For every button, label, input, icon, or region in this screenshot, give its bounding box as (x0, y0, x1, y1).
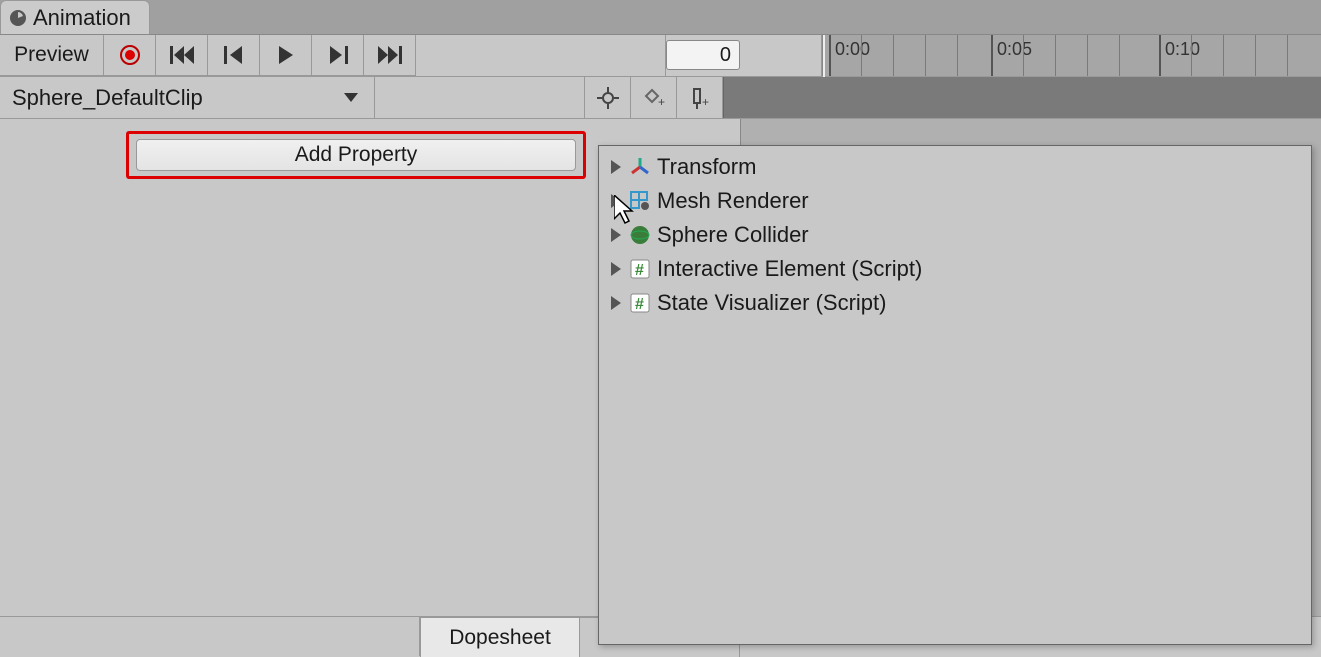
toolbar-spacer (416, 35, 666, 76)
clip-dropdown[interactable]: Sphere_DefaultClip (0, 77, 375, 118)
svg-text:#: # (635, 262, 644, 279)
ruler-minor-tick (1223, 35, 1224, 76)
record-button[interactable] (104, 35, 156, 76)
event-plus-icon: + (689, 87, 711, 109)
property-item-sphere-collider[interactable]: Sphere Collider (599, 218, 1311, 252)
expand-icon (611, 228, 621, 242)
ruler-label: 0:00 (835, 39, 870, 60)
add-event-button[interactable]: + (677, 77, 723, 118)
mesh-renderer-icon (629, 190, 651, 212)
add-property-popup: Transform Mesh Renderer Sphere Collider … (598, 145, 1312, 645)
ruler-tick: 0:10 (1159, 35, 1161, 76)
property-item-interactive-element[interactable]: # Interactive Element (Script) (599, 252, 1311, 286)
add-keyframe-button[interactable]: + (631, 77, 677, 118)
expand-icon (611, 160, 621, 174)
tab-title: Animation (33, 5, 131, 31)
tab-bar: Animation (0, 0, 1321, 35)
property-label: Interactive Element (Script) (657, 256, 922, 282)
expand-icon (611, 262, 621, 276)
ruler-tick: 0:05 (991, 35, 993, 76)
sphere-collider-icon (629, 224, 651, 246)
ruler-minor-tick (1055, 35, 1056, 76)
last-frame-button[interactable] (364, 35, 416, 76)
toolbar-spacer-2 (746, 35, 822, 76)
ruler-tick: 0:00 (829, 35, 831, 76)
ruler-minor-tick (1255, 35, 1256, 76)
play-button[interactable] (260, 35, 312, 76)
toolbar: Preview 0 0:00 0:05 0:10 (0, 35, 1321, 77)
crosshair-icon (597, 87, 619, 109)
property-item-mesh-renderer[interactable]: Mesh Renderer (599, 184, 1311, 218)
clip-row: Sphere_DefaultClip + + (0, 77, 1321, 119)
ruler-minor-tick (1023, 35, 1024, 76)
playhead[interactable] (823, 35, 825, 77)
last-frame-icon (378, 46, 402, 64)
script-icon: # (629, 258, 651, 280)
property-label: Sphere Collider (657, 222, 809, 248)
ruler-minor-tick (957, 35, 958, 76)
timeline-track-header (723, 77, 1321, 118)
play-icon (277, 46, 295, 64)
ruler-minor-tick (1087, 35, 1088, 76)
ruler-label: 0:10 (1165, 39, 1200, 60)
add-property-highlight: Add Property (126, 131, 586, 179)
property-item-state-visualizer[interactable]: # State Visualizer (Script) (599, 286, 1311, 320)
dropdown-caret-icon (344, 93, 358, 103)
property-item-transform[interactable]: Transform (599, 150, 1311, 184)
prev-key-icon (224, 46, 244, 64)
expand-icon (611, 296, 621, 310)
ruler-minor-tick (925, 35, 926, 76)
transform-icon (629, 156, 651, 178)
bottom-spacer (0, 617, 420, 656)
first-frame-icon (170, 46, 194, 64)
svg-text:+: + (658, 95, 665, 109)
dopesheet-tab[interactable]: Dopesheet (420, 617, 580, 657)
filter-by-selection-button[interactable] (585, 77, 631, 118)
svg-text:#: # (635, 296, 644, 313)
svg-text:+: + (702, 95, 709, 109)
preview-button[interactable]: Preview (0, 35, 104, 76)
property-label: Transform (657, 154, 756, 180)
ruler-minor-tick (1287, 35, 1288, 76)
add-property-button[interactable]: Add Property (136, 139, 576, 171)
prev-key-button[interactable] (208, 35, 260, 76)
frame-input[interactable]: 0 (666, 40, 740, 70)
ruler-label: 0:05 (997, 39, 1032, 60)
animation-tab[interactable]: Animation (0, 0, 150, 34)
row-spacer (375, 77, 585, 118)
timeline-ruler[interactable]: 0:00 0:05 0:10 (822, 35, 1321, 76)
clip-name: Sphere_DefaultClip (12, 85, 203, 111)
diamond-plus-icon: + (643, 87, 665, 109)
expand-icon (611, 194, 621, 208)
next-key-icon (328, 46, 348, 64)
record-icon (119, 44, 141, 66)
ruler-minor-tick (893, 35, 894, 76)
ruler-minor-tick (1119, 35, 1120, 76)
script-icon: # (629, 292, 651, 314)
clock-icon (9, 9, 27, 27)
next-key-button[interactable] (312, 35, 364, 76)
property-label: Mesh Renderer (657, 188, 809, 214)
property-label: State Visualizer (Script) (657, 290, 886, 316)
first-frame-button[interactable] (156, 35, 208, 76)
ruler-minor-tick (1191, 35, 1192, 76)
ruler-minor-tick (861, 35, 862, 76)
